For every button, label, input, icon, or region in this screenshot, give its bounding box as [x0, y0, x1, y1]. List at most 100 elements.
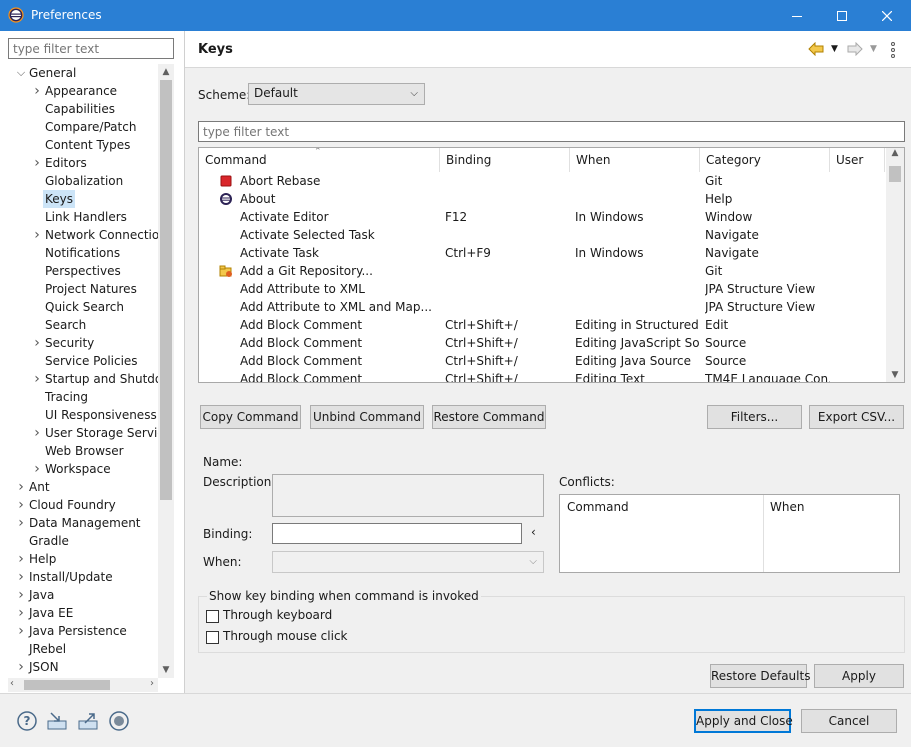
chevron-right-icon[interactable]: ›	[16, 604, 26, 622]
table-row[interactable]: Activate Selected Task Navigate	[199, 226, 885, 244]
chevron-right-icon[interactable]: ›	[16, 514, 26, 532]
chevron-right-icon[interactable]: ›	[16, 568, 26, 586]
conflicts-table: Command When	[559, 494, 900, 573]
close-icon	[882, 10, 892, 21]
table-row[interactable]: Add Attribute to XML and Map... JPA Struc…	[199, 298, 885, 316]
sort-ascending-icon: ⌃	[314, 147, 322, 157]
scroll-up-icon[interactable]: ▲	[886, 148, 904, 158]
filters-button[interactable]: Filters...	[707, 405, 802, 429]
export-icon[interactable]	[77, 710, 99, 732]
chevron-right-icon[interactable]: ›	[16, 496, 26, 514]
column-header-command[interactable]: Command ⌃	[199, 148, 440, 172]
table-row[interactable]: Add Block Comment Ctrl+Shift+/ Editing Jav…	[199, 352, 885, 370]
chevron-right-icon[interactable]: ›	[32, 154, 42, 172]
tree-vertical-scrollbar[interactable]: ▲ ▼	[158, 64, 174, 678]
table-row[interactable]: Add Block Comment Ctrl+Shift+/ Editing Jav…	[199, 334, 885, 352]
unbind-command-button[interactable]: Unbind Command	[310, 405, 424, 429]
tree-filter-input[interactable]	[8, 38, 174, 59]
tree-item-label: Appearance	[45, 84, 118, 98]
close-button[interactable]	[864, 0, 910, 31]
tree-item-label: Gradle	[29, 534, 69, 548]
binding-menu-icon[interactable]: ‹	[531, 525, 536, 539]
tree-item-label: Java EE	[29, 606, 74, 620]
cell-binding: Ctrl+Shift+/	[445, 354, 518, 368]
column-header-category[interactable]: Category	[700, 148, 830, 172]
minimize-button[interactable]	[774, 0, 820, 31]
chevron-right-icon[interactable]: ›	[16, 658, 26, 676]
through-keyboard-checkbox[interactable]	[206, 610, 219, 623]
chevron-right-icon[interactable]: ›	[32, 82, 42, 100]
cell-command: Activate Editor	[240, 210, 329, 224]
table-vertical-scrollbar[interactable]: ▲ ▼	[886, 148, 904, 382]
description-field	[272, 474, 544, 517]
column-header-binding[interactable]: Binding	[440, 148, 570, 172]
record-icon[interactable]	[108, 710, 130, 732]
scroll-left-icon[interactable]: ‹	[10, 678, 14, 689]
copy-command-button[interactable]: Copy Command	[200, 405, 301, 429]
tree-item-label: Java	[29, 588, 55, 602]
forward-dropdown-icon[interactable]: ▼	[870, 44, 877, 54]
cell-category: Help	[705, 192, 733, 206]
scroll-thumb[interactable]	[889, 166, 901, 182]
through-keyboard-label: Through keyboard	[223, 608, 333, 622]
binding-field[interactable]	[272, 523, 522, 544]
apply-button[interactable]: Apply	[814, 664, 904, 688]
restore-defaults-button[interactable]: Restore Defaults	[710, 664, 810, 688]
eclipse-logo-icon	[220, 193, 232, 205]
command-filter-input[interactable]	[198, 121, 905, 142]
chevron-down-icon[interactable]: ⌵	[16, 64, 26, 82]
maximize-button[interactable]	[819, 0, 865, 31]
name-label: Name:	[203, 455, 243, 469]
table-row[interactable]: Add a Git Repository... Git	[199, 262, 885, 280]
table-row[interactable]: Add Block Comment Ctrl+Shift+/ Editing Tex…	[199, 370, 885, 382]
chevron-right-icon[interactable]: ›	[32, 460, 42, 478]
chevron-right-icon[interactable]: ›	[16, 478, 26, 496]
conflicts-column-command[interactable]: Command	[567, 500, 629, 514]
scroll-down-icon[interactable]: ▼	[158, 662, 174, 678]
when-select[interactable]: ⌵	[272, 551, 544, 573]
scroll-down-icon[interactable]: ▼	[886, 370, 904, 380]
chevron-right-icon[interactable]: ›	[32, 424, 42, 442]
title-bar: Preferences	[0, 0, 911, 31]
description-label: Description:	[203, 475, 276, 489]
scroll-thumb[interactable]	[24, 680, 110, 690]
scheme-select[interactable]: Default ⌵	[248, 83, 425, 105]
export-csv-button[interactable]: Export CSV...	[809, 405, 904, 429]
scroll-right-icon[interactable]: ›	[150, 678, 154, 689]
back-arrow-icon[interactable]	[808, 42, 824, 56]
cell-when: In Windows	[575, 246, 644, 260]
apply-and-close-button[interactable]: Apply and Close	[694, 709, 793, 733]
column-header-user[interactable]: User	[830, 148, 885, 172]
chevron-right-icon[interactable]: ›	[32, 370, 42, 388]
chevron-right-icon[interactable]: ›	[16, 586, 26, 604]
column-header-when[interactable]: When	[570, 148, 700, 172]
chevron-right-icon[interactable]: ›	[16, 622, 26, 640]
back-dropdown-icon[interactable]: ▼	[831, 44, 838, 54]
cell-category: Source	[705, 354, 747, 368]
conflicts-column-when[interactable]: When	[770, 500, 804, 514]
import-icon[interactable]	[46, 710, 68, 732]
table-row[interactable]: Abort Rebase Git	[199, 172, 885, 190]
scroll-up-icon[interactable]: ▲	[158, 64, 174, 80]
tree-horizontal-scrollbar[interactable]: ‹ ›	[8, 678, 158, 692]
show-key-binding-group: Show key binding when command is invoked…	[198, 589, 905, 653]
table-row[interactable]: Add Attribute to XML JPA Structure View	[199, 280, 885, 298]
table-row[interactable]: About Help	[199, 190, 885, 208]
chevron-right-icon[interactable]: ›	[32, 226, 42, 244]
restore-command-button[interactable]: Restore Command	[432, 405, 546, 429]
chevron-right-icon[interactable]: ›	[32, 334, 42, 352]
scroll-thumb[interactable]	[160, 80, 172, 500]
cell-category: Navigate	[705, 228, 759, 242]
chevron-down-icon: ⌵	[529, 556, 537, 567]
table-row[interactable]: Add Block Comment Ctrl+Shift+/ Editing in …	[199, 316, 885, 334]
table-row[interactable]: Activate Task Ctrl+F9 In Windows Navigate	[199, 244, 885, 262]
forward-arrow-icon[interactable]	[847, 42, 863, 56]
view-menu-icon[interactable]	[890, 42, 896, 58]
through-mouse-checkbox[interactable]	[206, 631, 219, 644]
table-row[interactable]: Activate Editor F12 In Windows Window	[199, 208, 885, 226]
cancel-button[interactable]: Cancel	[801, 709, 897, 733]
chevron-right-icon[interactable]: ›	[16, 550, 26, 568]
tree-item-label: Network Connection	[45, 228, 158, 242]
help-icon[interactable]: ?	[16, 710, 38, 732]
tree-item-label: Help	[29, 552, 57, 566]
